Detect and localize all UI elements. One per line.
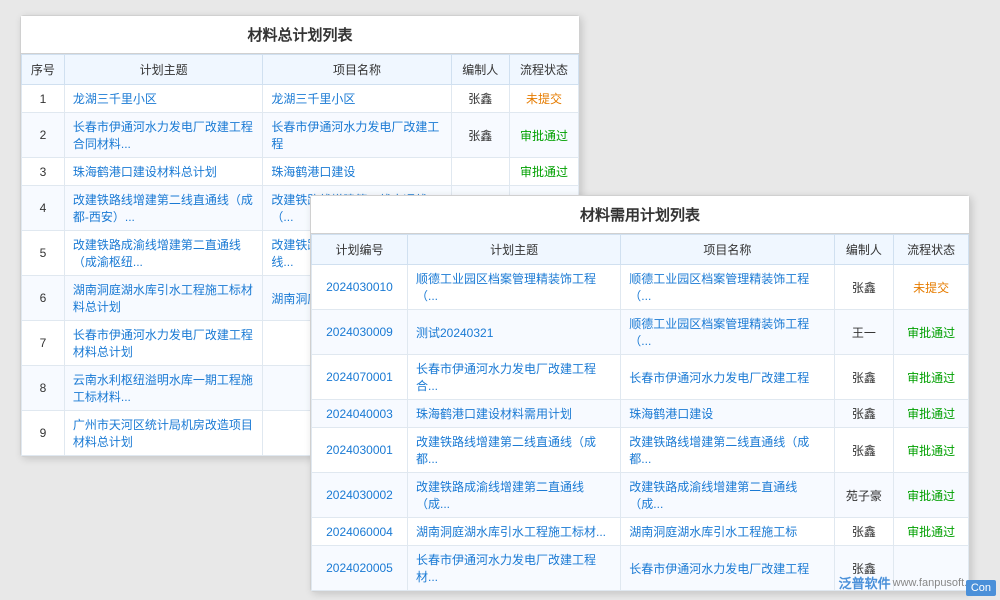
table2-col-project: 项目名称 — [621, 235, 834, 265]
table-row[interactable]: 2024030002 改建铁路成渝线增建第二直通线（成... 改建铁路成渝线增建… — [312, 473, 969, 518]
cell-theme: 顺德工业园区档案管理精装饰工程（... — [407, 265, 620, 310]
table-row[interactable]: 2024070001 长春市伊通河水力发电厂改建工程合... 长春市伊通河水力发… — [312, 355, 969, 400]
cell-theme: 长春市伊通河水力发电厂改建工程合... — [407, 355, 620, 400]
cell-status: 审批通过 — [894, 310, 969, 355]
table1-col-seq: 序号 — [22, 55, 65, 85]
cell-seq: 9 — [22, 411, 65, 456]
table2-title: 材料需用计划列表 — [311, 196, 969, 234]
cell-project: 改建铁路线增建第二线直通线（成都... — [621, 428, 834, 473]
cell-theme: 长春市伊通河水力发电厂改建工程材... — [407, 546, 620, 591]
cell-theme: 测试20240321 — [407, 310, 620, 355]
table1-title: 材料总计划列表 — [21, 16, 579, 54]
cell-editor: 张鑫 — [834, 265, 894, 310]
cell-status: 审批通过 — [894, 355, 969, 400]
cell-status: 未提交 — [894, 265, 969, 310]
cell-seq: 2 — [22, 113, 65, 158]
table-row[interactable]: 2024060004 湖南洞庭湖水库引水工程施工标材... 湖南洞庭湖水库引水工… — [312, 518, 969, 546]
cell-seq: 8 — [22, 366, 65, 411]
cell-status: 审批通过 — [894, 473, 969, 518]
cell-project: 顺德工业园区档案管理精装饰工程（... — [621, 265, 834, 310]
cell-theme: 长春市伊通河水力发电厂改建工程材料总计划 — [64, 321, 263, 366]
cell-theme: 改建铁路线增建第二线直通线（成都... — [407, 428, 620, 473]
cell-project: 龙湖三千里小区 — [263, 85, 451, 113]
table1-header-row: 序号 计划主题 项目名称 编制人 流程状态 — [22, 55, 579, 85]
cell-code: 2024030010 — [312, 265, 408, 310]
cell-seq: 3 — [22, 158, 65, 186]
cell-code: 2024030009 — [312, 310, 408, 355]
cell-code: 2024070001 — [312, 355, 408, 400]
table-row[interactable]: 2024030001 改建铁路线增建第二线直通线（成都... 改建铁路线增建第二… — [312, 428, 969, 473]
cell-code: 2024030001 — [312, 428, 408, 473]
cell-seq: 7 — [22, 321, 65, 366]
table2-container: 材料需用计划列表 计划编号 计划主题 项目名称 编制人 流程状态 2024030… — [310, 195, 970, 592]
cell-seq: 6 — [22, 276, 65, 321]
table2-col-theme: 计划主题 — [407, 235, 620, 265]
watermark-logo: 泛普软件 — [839, 573, 891, 592]
cell-theme: 珠海鹤港口建设材料需用计划 — [407, 400, 620, 428]
cell-editor: 张鑫 — [451, 85, 510, 113]
cell-editor: 王一 — [834, 310, 894, 355]
cell-status: 审批通过 — [510, 158, 579, 186]
table-row[interactable]: 2024030009 测试20240321 顺德工业园区档案管理精装饰工程（..… — [312, 310, 969, 355]
table-row[interactable]: 2024040003 珠海鹤港口建设材料需用计划 珠海鹤港口建设 张鑫 审批通过 — [312, 400, 969, 428]
cell-seq: 4 — [22, 186, 65, 231]
cell-seq: 1 — [22, 85, 65, 113]
cell-code: 2024040003 — [312, 400, 408, 428]
cell-theme: 改建铁路成渝线增建第二直通线（成渝枢纽... — [64, 231, 263, 276]
cell-project: 顺德工业园区档案管理精装饰工程（... — [621, 310, 834, 355]
table2-col-editor: 编制人 — [834, 235, 894, 265]
table2-col-status: 流程状态 — [894, 235, 969, 265]
cell-editor — [451, 158, 510, 186]
cell-project: 长春市伊通河水力发电厂改建工程 — [263, 113, 451, 158]
cell-code: 2024060004 — [312, 518, 408, 546]
cell-project: 改建铁路成渝线增建第二直通线（成... — [621, 473, 834, 518]
corner-label[interactable]: Con — [966, 580, 996, 596]
cell-project: 长春市伊通河水力发电厂改建工程 — [621, 546, 834, 591]
table-row[interactable]: 3 珠海鹤港口建设材料总计划 珠海鹤港口建设 审批通过 — [22, 158, 579, 186]
table1-col-status: 流程状态 — [510, 55, 579, 85]
table2: 计划编号 计划主题 项目名称 编制人 流程状态 2024030010 顺德工业园… — [311, 234, 969, 591]
cell-theme: 珠海鹤港口建设材料总计划 — [64, 158, 263, 186]
cell-status: 审批通过 — [894, 400, 969, 428]
cell-editor: 苑子豪 — [834, 473, 894, 518]
cell-editor: 张鑫 — [834, 518, 894, 546]
cell-editor: 张鑫 — [834, 400, 894, 428]
cell-seq: 5 — [22, 231, 65, 276]
cell-theme: 云南水利枢纽溢明水库一期工程施工标材料... — [64, 366, 263, 411]
cell-editor: 张鑫 — [834, 428, 894, 473]
cell-project: 长春市伊通河水力发电厂改建工程 — [621, 355, 834, 400]
cell-project: 湖南洞庭湖水库引水工程施工标 — [621, 518, 834, 546]
table2-header-row: 计划编号 计划主题 项目名称 编制人 流程状态 — [312, 235, 969, 265]
table2-col-code: 计划编号 — [312, 235, 408, 265]
table-row[interactable]: 2024030010 顺德工业园区档案管理精装饰工程（... 顺德工业园区档案管… — [312, 265, 969, 310]
cell-status: 审批通过 — [894, 518, 969, 546]
table-row[interactable]: 2 长春市伊通河水力发电厂改建工程合同材料... 长春市伊通河水力发电厂改建工程… — [22, 113, 579, 158]
cell-status: 审批通过 — [894, 428, 969, 473]
cell-code: 2024030002 — [312, 473, 408, 518]
cell-theme: 湖南洞庭湖水库引水工程施工标材料总计划 — [64, 276, 263, 321]
cell-theme: 龙湖三千里小区 — [64, 85, 263, 113]
cell-code: 2024020005 — [312, 546, 408, 591]
cell-theme: 改建铁路线增建第二线直通线（成都-西安）... — [64, 186, 263, 231]
table-row[interactable]: 1 龙湖三千里小区 龙湖三千里小区 张鑫 未提交 — [22, 85, 579, 113]
table1-col-editor: 编制人 — [451, 55, 510, 85]
cell-theme: 长春市伊通河水力发电厂改建工程合同材料... — [64, 113, 263, 158]
cell-editor: 张鑫 — [451, 113, 510, 158]
cell-project: 珠海鹤港口建设 — [621, 400, 834, 428]
cell-status: 未提交 — [510, 85, 579, 113]
table1-col-project: 项目名称 — [263, 55, 451, 85]
cell-theme: 改建铁路成渝线增建第二直通线（成... — [407, 473, 620, 518]
cell-project: 珠海鹤港口建设 — [263, 158, 451, 186]
cell-editor: 张鑫 — [834, 355, 894, 400]
cell-theme: 湖南洞庭湖水库引水工程施工标材... — [407, 518, 620, 546]
cell-status: 审批通过 — [510, 113, 579, 158]
cell-theme: 广州市天河区统计局机房改造项目材料总计划 — [64, 411, 263, 456]
table1-col-theme: 计划主题 — [64, 55, 263, 85]
